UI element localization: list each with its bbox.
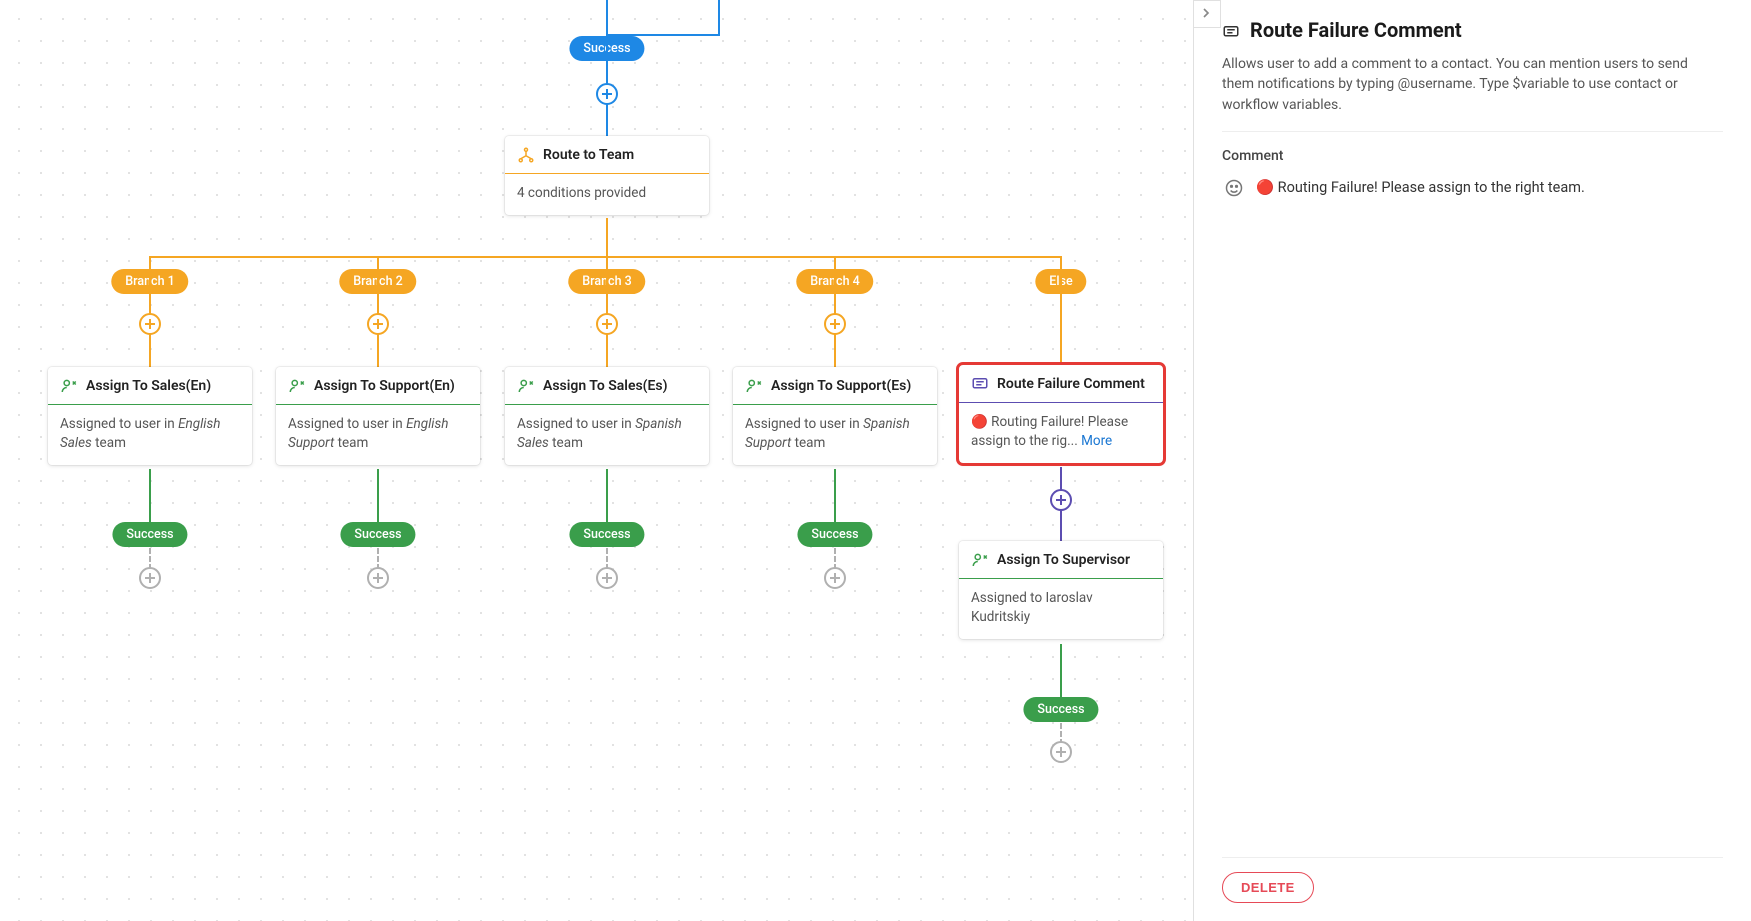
connector [1060, 644, 1062, 704]
add-node-button[interactable] [1050, 489, 1072, 511]
assign-icon [60, 377, 78, 395]
card-title: Assign To Support(Es) [771, 378, 911, 394]
assign-icon [288, 377, 306, 395]
card-body: 🔴 Routing Failure! Please assign to the … [959, 403, 1163, 463]
branch-icon [517, 146, 535, 164]
card-title: Assign To Sales(En) [86, 378, 211, 394]
assign-support-es-card[interactable]: Assign To Support(Es) Assigned to user i… [733, 367, 937, 465]
route-to-team-card[interactable]: Route to Team 4 conditions provided [505, 136, 709, 215]
workflow-canvas[interactable]: Success Route to Team 4 conditions provi… [0, 0, 1193, 921]
comment-value: 🔴 Routing Failure! Please assign to the … [1256, 179, 1585, 196]
add-node-button[interactable] [596, 83, 618, 105]
card-title: Assign To Sales(Es) [543, 378, 668, 394]
card-title: Assign To Support(En) [314, 378, 455, 394]
emoji-picker-button[interactable] [1222, 176, 1246, 200]
assign-supervisor-card[interactable]: Assign To Supervisor Assigned to Iarosla… [959, 541, 1163, 639]
collapse-sidebar-button[interactable] [1193, 0, 1221, 28]
card-body: Assigned to Iaroslav Kudritskiy [959, 579, 1163, 639]
delete-button[interactable]: DELETE [1222, 872, 1314, 903]
sidebar-title: Route Failure Comment [1250, 18, 1462, 42]
comment-input[interactable]: 🔴 Routing Failure! Please assign to the … [1222, 176, 1723, 200]
connector [834, 256, 836, 367]
add-node-button[interactable] [1050, 741, 1072, 763]
add-node-button[interactable] [596, 313, 618, 335]
card-body: Assigned to user in Spanish Sales team [505, 405, 709, 465]
assign-icon [971, 551, 989, 569]
assign-icon [517, 377, 535, 395]
assign-sales-en-card[interactable]: Assign To Sales(En) Assigned to user in … [48, 367, 252, 465]
connector [606, 469, 608, 529]
assign-support-en-card[interactable]: Assign To Support(En) Assigned to user i… [276, 367, 480, 465]
card-title: Route to Team [543, 147, 634, 163]
card-subtitle: 4 conditions provided [505, 174, 709, 215]
comment-icon [1222, 21, 1240, 39]
connector [606, 218, 608, 258]
card-title: Route Failure Comment [997, 376, 1145, 392]
card-body: Assigned to user in Spanish Support team [733, 405, 937, 465]
connector [606, 0, 608, 36]
add-node-button[interactable] [596, 567, 618, 589]
connector [377, 256, 379, 367]
comment-section-label: Comment [1222, 148, 1723, 164]
divider [1222, 131, 1723, 132]
connector [606, 34, 720, 36]
comment-icon [971, 375, 989, 393]
add-node-button[interactable] [139, 313, 161, 335]
sidebar-description: Allows user to add a comment to a contac… [1222, 54, 1723, 115]
details-sidebar: Route Failure Comment Allows user to add… [1193, 0, 1751, 921]
add-node-button[interactable] [824, 313, 846, 335]
connector [1060, 256, 1062, 367]
route-failure-comment-card[interactable]: Route Failure Comment 🔴 Routing Failure!… [959, 365, 1163, 463]
add-node-button[interactable] [367, 567, 389, 589]
connector [377, 469, 379, 529]
chevron-right-icon [1198, 5, 1216, 23]
card-body: Assigned to user in English Support team [276, 405, 480, 465]
connector [149, 469, 151, 529]
card-title: Assign To Supervisor [997, 552, 1130, 568]
add-node-button[interactable] [824, 567, 846, 589]
connector [718, 0, 720, 36]
connector [834, 469, 836, 529]
add-node-button[interactable] [367, 313, 389, 335]
assign-icon [745, 377, 763, 395]
assign-sales-es-card[interactable]: Assign To Sales(Es) Assigned to user in … [505, 367, 709, 465]
add-node-button[interactable] [139, 567, 161, 589]
more-link[interactable]: More [1081, 433, 1112, 449]
card-body: Assigned to user in English Sales team [48, 405, 252, 465]
connector [606, 256, 608, 367]
connector [149, 256, 151, 367]
